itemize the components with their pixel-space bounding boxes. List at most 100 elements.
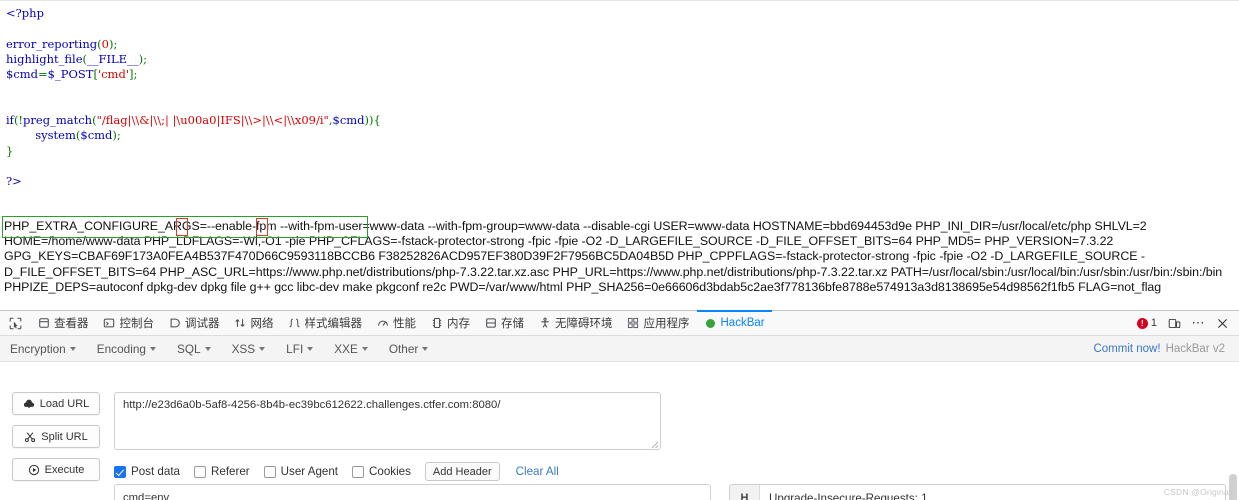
hackbar-menu-label: Encoding bbox=[96, 341, 146, 356]
chevron-down-icon bbox=[259, 346, 266, 351]
checkbox-label: Post data bbox=[131, 465, 180, 478]
load-url-button[interactable]: Load URL bbox=[12, 392, 100, 415]
checkbox-icon[interactable] bbox=[263, 465, 276, 478]
code-token: $cmd bbox=[80, 128, 113, 143]
storage-icon bbox=[484, 317, 497, 330]
devtools-tab-inspector[interactable]: 查看器 bbox=[30, 310, 96, 336]
code-token: ; bbox=[116, 128, 121, 143]
hackbar-menu-right: Commit now! HackBar v2 bbox=[1093, 336, 1225, 362]
more-options-icon[interactable]: ⋯ bbox=[1187, 312, 1209, 334]
code-line: } bbox=[6, 144, 1239, 159]
responsive-design-mode-icon[interactable] bbox=[1163, 312, 1185, 334]
hackbar-menu-label: SQL bbox=[176, 341, 201, 356]
hackbar-menu-bar: Encryption Encoding SQL XSS LFI XXE Other Comm… bbox=[0, 336, 1239, 362]
devtools-tab-style-editor[interactable]: 样式编辑器 bbox=[281, 310, 370, 336]
devtools-tab-application[interactable]: 应用程序 bbox=[620, 310, 697, 336]
error-count-indicator[interactable]: ! 1 bbox=[1133, 317, 1161, 329]
hackbar-menu-label: Encryption bbox=[10, 341, 66, 356]
post-data-input[interactable] bbox=[114, 484, 711, 500]
chevron-down-icon bbox=[69, 346, 76, 351]
devtools-tab-network[interactable]: 网络 bbox=[227, 310, 281, 336]
hackbar-menu-items: Encryption Encoding SQL XSS LFI XXE Other bbox=[10, 342, 449, 356]
header-value-input[interactable]: Upgrade-Insecure-Requests: 1 bbox=[760, 485, 1225, 500]
code-token: 'cmd' bbox=[97, 67, 129, 82]
code-token: (! bbox=[13, 113, 24, 128]
hackbar-menu-other[interactable]: Other bbox=[389, 342, 440, 356]
url-input[interactable] bbox=[114, 392, 661, 450]
close-icon[interactable] bbox=[1211, 312, 1233, 334]
chevron-down-icon bbox=[361, 346, 368, 351]
devtools-tab-label: HackBar bbox=[720, 317, 765, 329]
checkbox-cookies[interactable]: Cookies bbox=[352, 465, 411, 478]
hackbar-menu-sql[interactable]: SQL bbox=[177, 342, 222, 356]
hackbar-menu-xxe[interactable]: XXE bbox=[334, 342, 379, 356]
code-line: if(!preg_match("/flag|\\&|\\;| |\u00a0|I… bbox=[6, 113, 1239, 128]
error-count-label: 1 bbox=[1150, 317, 1157, 329]
devtools-tab-label: 无障碍环境 bbox=[555, 318, 613, 330]
scissors-icon bbox=[24, 431, 36, 443]
hackbar-menu-label: LFI bbox=[286, 341, 304, 356]
code-token: $_POST bbox=[47, 67, 94, 82]
chevron-down-icon bbox=[204, 346, 211, 351]
devtools-tab-hackbar[interactable]: HackBar bbox=[697, 310, 772, 336]
hackbar-menu-encoding[interactable]: Encoding bbox=[97, 342, 167, 356]
hackbar-menu-lfi[interactable]: LFI bbox=[286, 342, 324, 356]
add-header-button[interactable]: Add Header bbox=[424, 462, 500, 481]
code-line: highlight_file(__FILE__); bbox=[6, 52, 1239, 67]
error-bubble-icon: ! bbox=[1136, 317, 1148, 329]
devtools-toolbar-right: ! 1 ⋯ bbox=[1133, 312, 1239, 334]
execute-button[interactable]: Execute bbox=[12, 458, 100, 481]
hackbar-menu-xss[interactable]: XSS bbox=[232, 342, 277, 356]
checkbox-user-agent[interactable]: User Agent bbox=[263, 465, 338, 478]
hackbar-menu-encryption[interactable]: Encryption bbox=[10, 342, 87, 356]
clear-all-link[interactable]: Clear All bbox=[516, 465, 559, 478]
code-token: $cmd bbox=[332, 113, 365, 128]
hackbar-menu-label: XXE bbox=[334, 341, 358, 356]
hackbar-body: Load URL Split URL Execute Post data Refere… bbox=[0, 362, 1239, 500]
chevron-down-icon bbox=[149, 346, 156, 351]
hackbar-panel: Encryption Encoding SQL XSS LFI XXE Other Comm… bbox=[0, 336, 1239, 500]
top-divider bbox=[0, 0, 1239, 1]
element-picker-icon[interactable] bbox=[0, 310, 30, 336]
checkbox-post-data[interactable]: Post data bbox=[114, 465, 180, 478]
code-token: ?> bbox=[6, 174, 22, 189]
url-input-resize-handle[interactable] bbox=[648, 438, 659, 449]
code-token: error_reporting bbox=[6, 36, 98, 51]
debugger-icon bbox=[168, 317, 181, 330]
hackbar-version-label: HackBar v2 bbox=[1165, 343, 1225, 355]
devtools-tab-console[interactable]: 控制台 bbox=[96, 310, 162, 336]
code-token: if bbox=[6, 113, 14, 128]
php-source-code: <?php error_reporting(0); highlight_file(_… bbox=[0, 0, 1239, 208]
checkbox-icon[interactable] bbox=[352, 465, 365, 478]
code-token: preg_match bbox=[23, 113, 93, 128]
code-token: } bbox=[6, 143, 14, 158]
checkbox-icon[interactable] bbox=[194, 465, 206, 478]
chevron-down-icon bbox=[307, 346, 314, 351]
checkbox-referer[interactable]: Referer bbox=[194, 465, 250, 478]
code-token: )) bbox=[364, 113, 374, 128]
checkbox-label: Referer bbox=[211, 465, 250, 478]
header-tag-label: H bbox=[730, 485, 760, 500]
code-token: $cmd bbox=[6, 67, 39, 82]
commit-now-link[interactable]: Commit now! bbox=[1093, 343, 1160, 355]
devtools-tab-label: 存储 bbox=[501, 318, 524, 330]
devtools-tab-performance[interactable]: 性能 bbox=[369, 310, 423, 336]
split-url-button[interactable]: Split URL bbox=[12, 425, 100, 448]
devtools-tab-debugger[interactable]: 调试器 bbox=[161, 310, 227, 336]
devtools-tab-storage[interactable]: 存储 bbox=[477, 310, 531, 336]
code-token: ; bbox=[143, 51, 147, 66]
checkbox-icon[interactable] bbox=[114, 465, 126, 478]
chevron-down-icon bbox=[422, 346, 429, 351]
devtools-tab-memory[interactable]: 内存 bbox=[423, 310, 477, 336]
code-token: ; bbox=[113, 36, 118, 51]
button-label: Execute bbox=[44, 463, 85, 476]
devtools-tab-accessibility[interactable]: 无障碍环境 bbox=[531, 310, 620, 336]
hackbar-menu-label: Other bbox=[388, 341, 419, 356]
devtools-tab-label: 性能 bbox=[393, 318, 416, 330]
code-line: error_reporting(0); bbox=[6, 37, 1239, 52]
code-line: <?php bbox=[6, 6, 1239, 21]
devtools-tab-label: 样式编辑器 bbox=[304, 318, 363, 330]
